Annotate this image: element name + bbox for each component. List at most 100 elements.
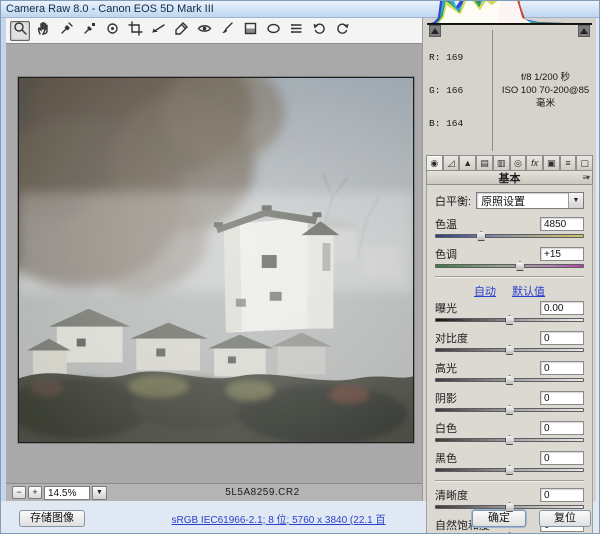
section-divider [435, 480, 584, 482]
default-link[interactable]: 默认值 [512, 283, 545, 298]
tab-presets[interactable]: ≡ [560, 155, 577, 170]
color-sampler-tool-button[interactable] [79, 21, 99, 41]
white-balance-tool-button[interactable] [56, 21, 76, 41]
red-eye-tool-button[interactable] [194, 21, 214, 41]
auto-link[interactable]: 自动 [474, 283, 496, 298]
photo-preview[interactable] [18, 77, 414, 443]
temperature-value[interactable]: 4850 [540, 217, 584, 231]
slider-shadows: 阴影 0 [435, 390, 584, 416]
shadows-value[interactable]: 0 [540, 391, 584, 405]
tab-tone-curve[interactable]: ◿ [443, 155, 460, 170]
iso-lens-label: ISO 100 70-200@85 毫米 [499, 84, 592, 110]
photo-image [19, 78, 413, 442]
contrast-track[interactable] [435, 345, 584, 356]
tab-lens-corrections[interactable]: ◎ [510, 155, 527, 170]
shadows-thumb[interactable] [505, 405, 515, 415]
g-value: G: 166 [429, 85, 486, 96]
right-panel: R: 169 G: 166 B: 164 f/8 1/200 秒 ISO 100… [422, 18, 596, 501]
straighten-tool-button[interactable] [148, 21, 168, 41]
contrast-thumb[interactable] [505, 345, 515, 355]
red-eye-icon [197, 21, 212, 41]
tab-effects[interactable]: fx [526, 155, 543, 170]
panel-tabs: ◉ ◿ ▲ ▤ ▥ ◎ fx ▣ ≡ ▢ [423, 155, 596, 170]
radial-filter-tool-button[interactable] [263, 21, 283, 41]
exposure-info: f/8 1/200 秒 ISO 100 70-200@85 毫米 [499, 71, 592, 110]
histogram [427, 23, 592, 25]
shadows-label: 阴影 [435, 390, 457, 406]
crop-tool-button[interactable] [125, 21, 145, 41]
zoom-level-field[interactable]: 14.5% [44, 486, 90, 500]
panel-menu-icon[interactable]: ≡▾ [582, 173, 589, 182]
slider-highlights: 高光0 [435, 360, 584, 386]
clarity-thumb[interactable] [505, 502, 515, 512]
tab-hsl[interactable]: ▤ [476, 155, 493, 170]
contrast-label: 对比度 [435, 330, 468, 346]
tab-detail[interactable]: ▲ [459, 155, 476, 170]
crop-icon [128, 21, 143, 41]
tab-split-toning[interactable]: ▥ [493, 155, 510, 170]
highlights-value[interactable]: 0 [540, 361, 584, 375]
blacks-label: 黑色 [435, 450, 457, 466]
preferences-icon [289, 21, 304, 41]
zoom-level-dropdown[interactable]: ▼ [92, 486, 107, 500]
tint-track[interactable] [435, 261, 584, 272]
window-title: Camera Raw 8.0 - Canon EOS 5D Mark III [6, 3, 214, 15]
tab-camera-calibration[interactable]: ▣ [543, 155, 560, 170]
zoom-tool-button[interactable] [10, 21, 30, 41]
hand-tool-button[interactable] [33, 21, 53, 41]
r-value: R: 169 [429, 52, 486, 63]
tab-basic[interactable]: ◉ [426, 155, 443, 170]
exposure-thumb[interactable] [505, 315, 515, 325]
auto-default-links: 自动 默认值 [435, 283, 584, 298]
basic-icon: ◉ [430, 158, 438, 169]
zoom-in-button[interactable]: + [28, 486, 42, 499]
blacks-track[interactable] [435, 465, 584, 476]
highlight-clipping-toggle[interactable] [578, 25, 590, 37]
tint-label: 色调 [435, 246, 457, 262]
preferences-tool-button[interactable] [286, 21, 306, 41]
contrast-value[interactable]: 0 [540, 331, 584, 345]
targeted-adjustment-tool-button[interactable] [102, 21, 122, 41]
highlights-thumb[interactable] [505, 375, 515, 385]
graduated-filter-tool-button[interactable] [240, 21, 260, 41]
save-image-button[interactable]: 存储图像 [19, 510, 85, 527]
rotate-left-button[interactable] [309, 21, 329, 41]
temperature-label: 色温 [435, 216, 457, 232]
snapshots-icon: ▢ [580, 158, 589, 169]
straighten-icon [151, 21, 166, 41]
tint-thumb[interactable] [515, 261, 525, 271]
shadows-track[interactable] [435, 405, 584, 416]
exposure-value[interactable]: 0.00 [540, 301, 584, 315]
zoom-out-button[interactable]: − [12, 486, 26, 499]
tab-snapshots[interactable]: ▢ [576, 155, 593, 170]
white-balance-select[interactable]: 原照设置 ▼ [476, 192, 584, 209]
graduated-filter-icon [243, 21, 258, 41]
whites-value[interactable]: 0 [540, 421, 584, 435]
adjustment-brush-tool-button[interactable] [217, 21, 237, 41]
shadow-clipping-toggle[interactable] [429, 25, 441, 37]
spot-removal-tool-button[interactable] [171, 21, 191, 41]
clarity-label: 清晰度 [435, 487, 468, 503]
white-balance-label: 白平衡: [435, 193, 471, 209]
whites-thumb[interactable] [505, 435, 515, 445]
temperature-thumb[interactable] [476, 231, 486, 241]
preview-area [6, 44, 422, 483]
whites-track[interactable] [435, 435, 584, 446]
clarity-value[interactable]: 0 [540, 488, 584, 502]
highlights-track[interactable] [435, 375, 584, 386]
toolbar [6, 18, 422, 44]
rotate-right-button[interactable] [332, 21, 352, 41]
blacks-value[interactable]: 0 [540, 451, 584, 465]
main-area: − + 14.5% ▼ 5L5A8259.CR2 [1, 18, 599, 501]
tone-curve-icon: ◿ [448, 158, 455, 169]
clarity-track[interactable] [435, 502, 584, 513]
chevron-down-icon: ▼ [568, 193, 583, 208]
radial-filter-icon [266, 21, 281, 41]
fx-icon: fx [531, 158, 538, 168]
zoom-icon [13, 21, 28, 41]
exposure-track[interactable] [435, 315, 584, 326]
blacks-thumb[interactable] [505, 465, 515, 475]
tint-value[interactable]: +15 [540, 247, 584, 261]
temperature-track[interactable] [435, 231, 584, 242]
workflow-link[interactable]: sRGB IEC61966-2.1; 8 位; 5760 x 3840 (22.… [171, 515, 385, 526]
